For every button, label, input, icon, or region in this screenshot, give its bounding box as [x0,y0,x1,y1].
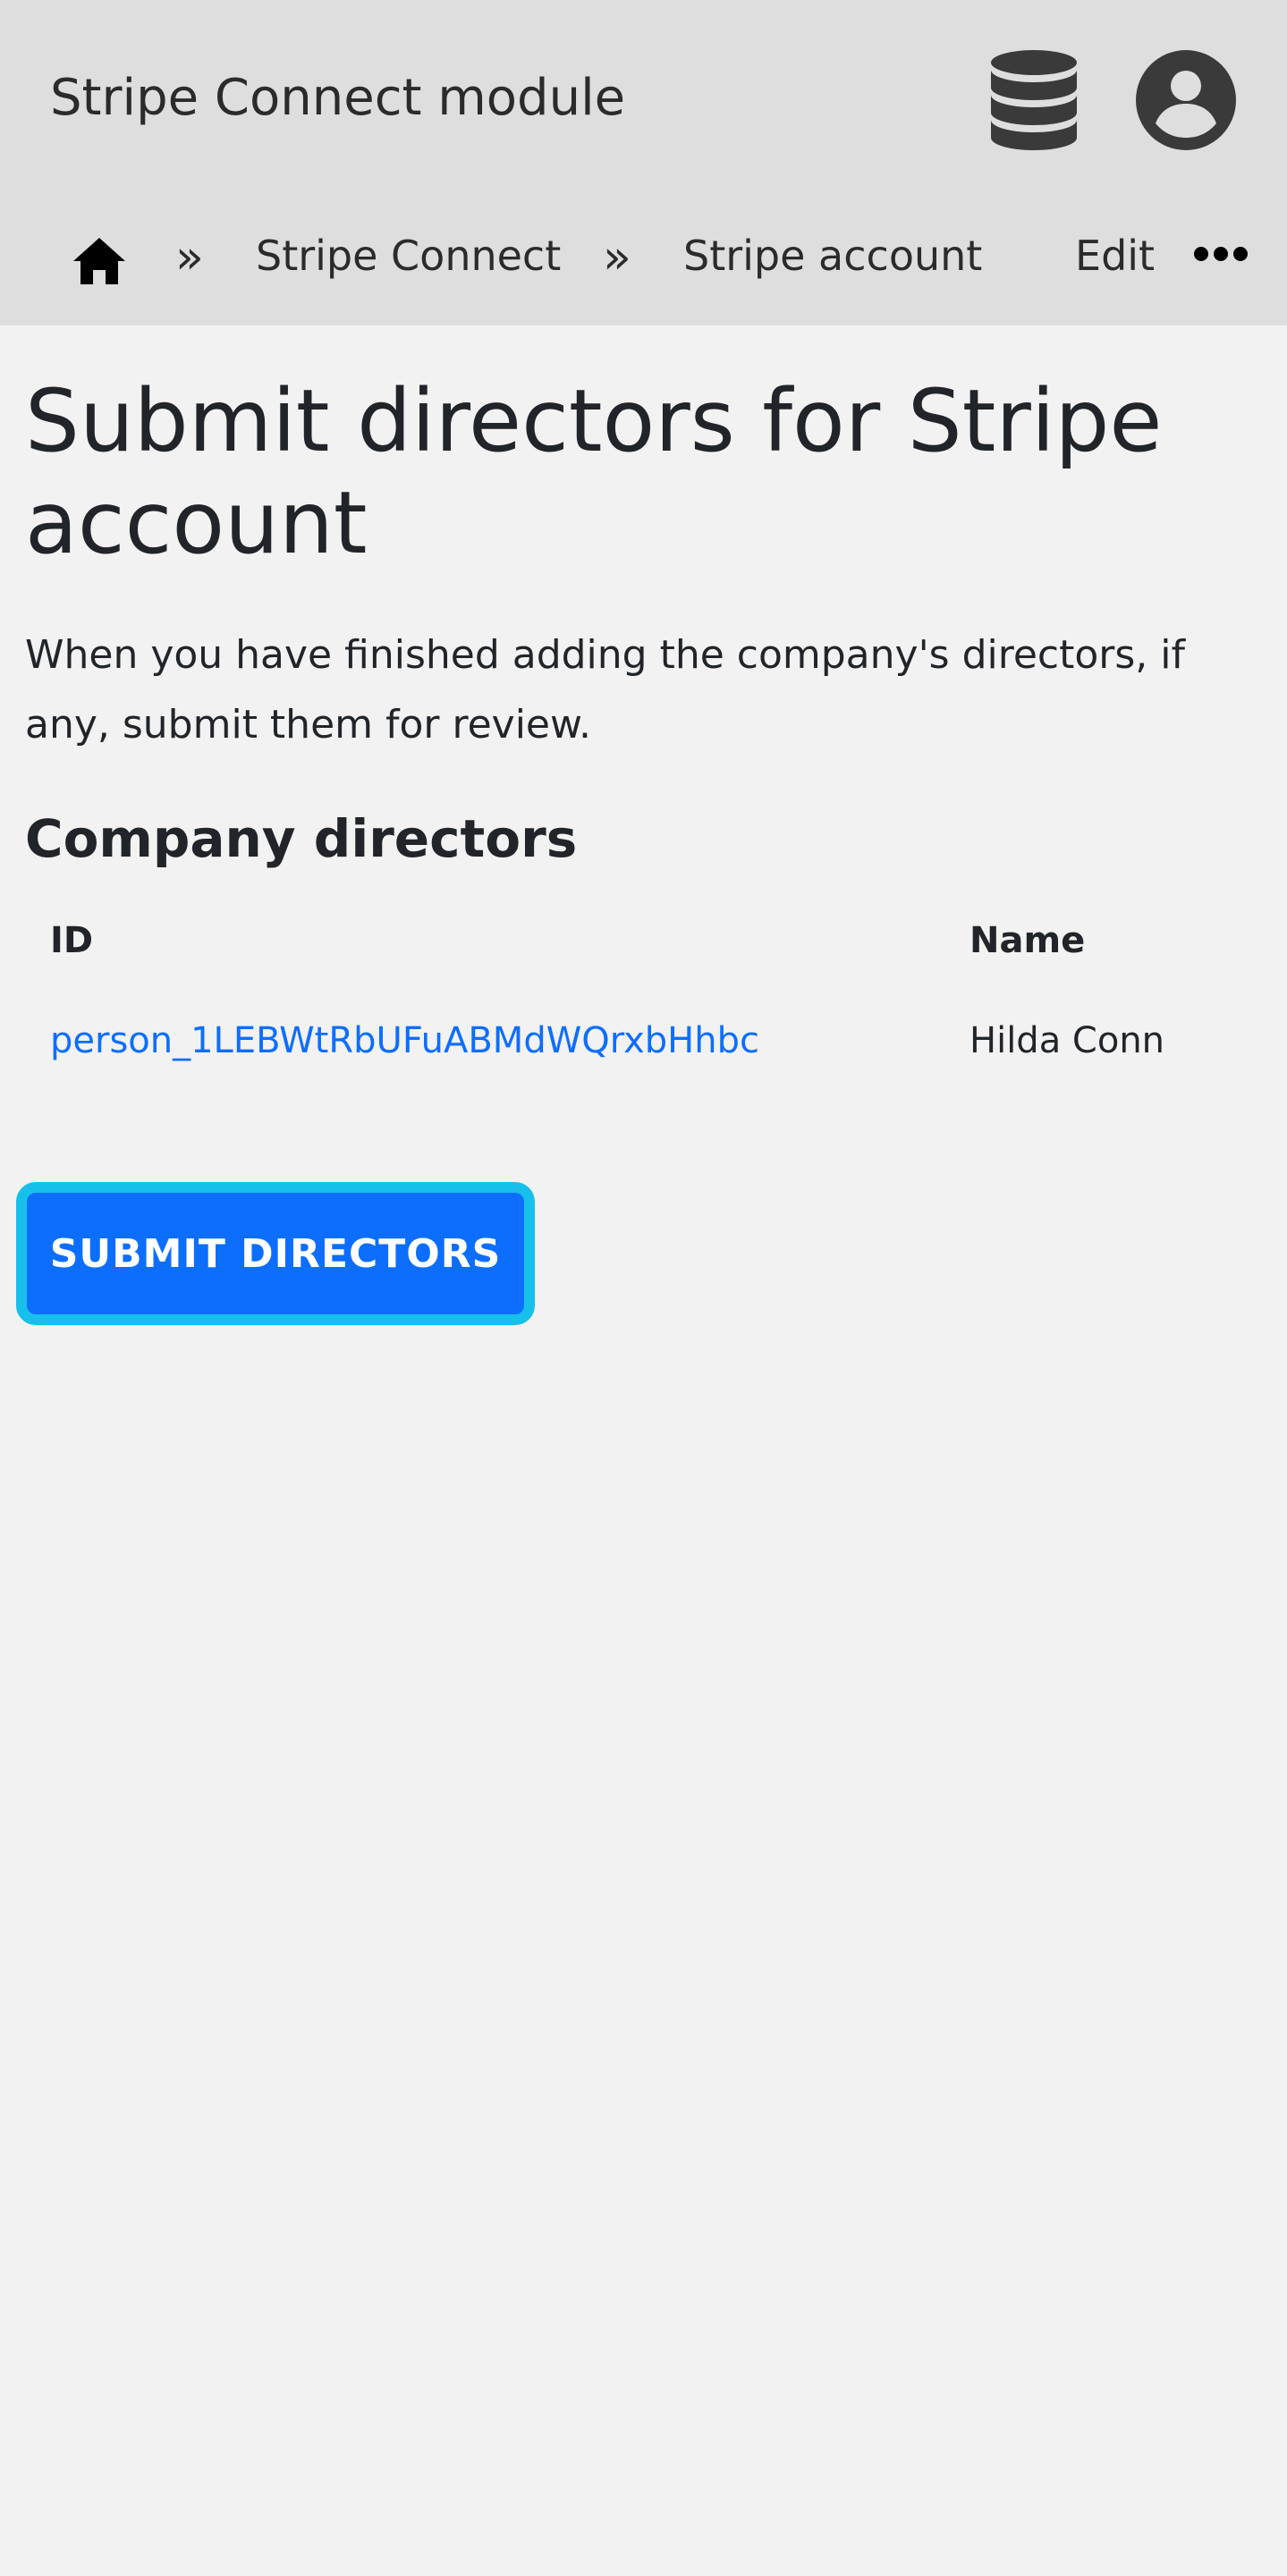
database-icon[interactable] [989,48,1079,152]
submit-directors-button[interactable]: SUBMIT DIRECTORS [16,1182,535,1325]
app-title[interactable]: Stripe Connect module [50,68,625,129]
intro-text: When you have finished adding the compan… [25,632,1185,747]
top-navigation-bar: Stripe Connect module » Stripe Connect »… [0,0,1287,325]
page-title: Submit directors for Stripe account [25,371,1163,573]
column-header-id: ID [50,920,94,961]
breadcrumb-separator: » [603,231,631,284]
more-icon[interactable] [1193,245,1249,263]
user-account-icon[interactable] [1134,48,1238,152]
breadcrumb: » Stripe Connect » Stripe account Edit [0,211,1287,300]
section-title: Company directors [25,808,578,869]
home-icon[interactable] [72,236,127,286]
director-id-link[interactable]: person_1LEBWtRbUFuABMdWQrxbHhbc [50,1018,759,1064]
breadcrumb-stripe-account[interactable]: Stripe account [683,229,982,283]
director-name: Hilda Conn [969,1020,1165,1061]
column-header-name: Name [969,920,1086,961]
breadcrumb-edit[interactable]: Edit [1075,229,1170,286]
breadcrumb-separator: » [175,231,204,284]
breadcrumb-stripe-connect[interactable]: Stripe Connect [256,229,561,283]
